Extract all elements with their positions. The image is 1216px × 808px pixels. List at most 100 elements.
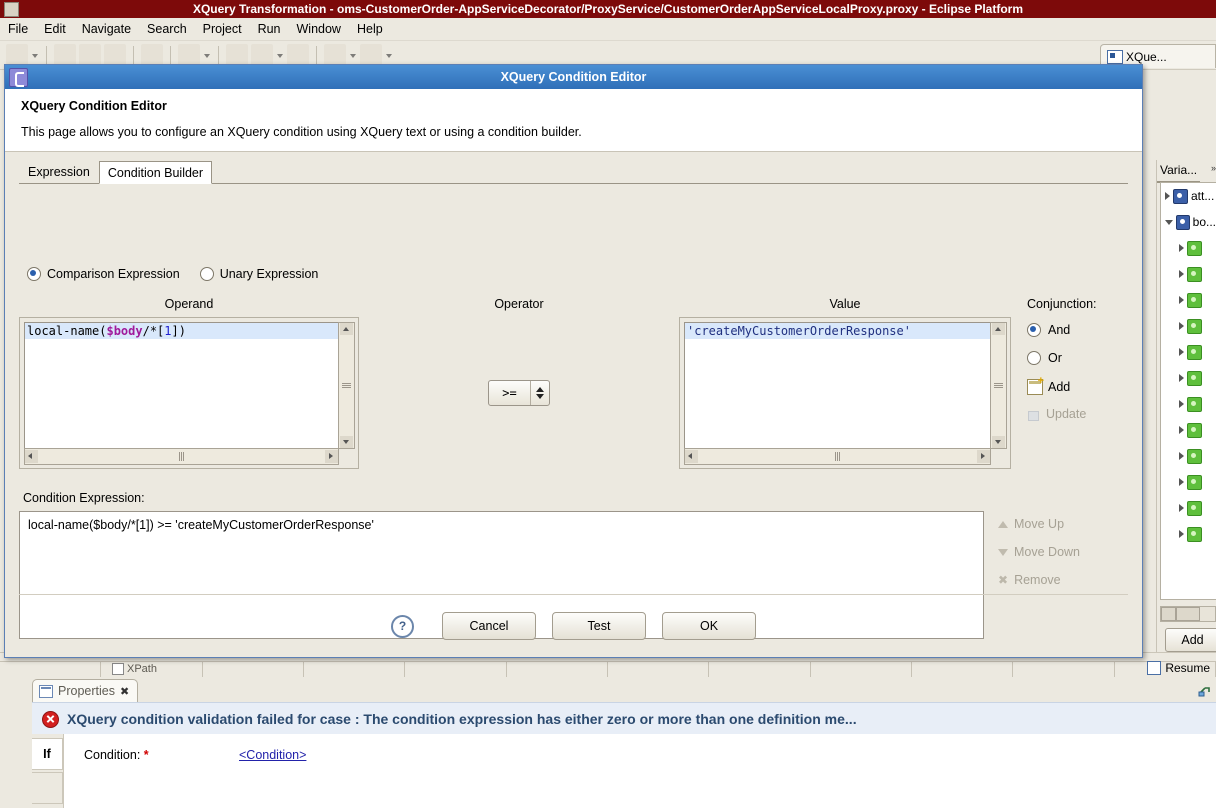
menu-search[interactable]: Search [147, 22, 187, 36]
scroll-right-icon[interactable] [977, 450, 990, 463]
chevron-right-icon[interactable] [1179, 478, 1184, 486]
radio-and[interactable] [1027, 323, 1041, 337]
search-icon[interactable] [251, 44, 273, 66]
tree-node[interactable] [1161, 495, 1216, 521]
ok-button[interactable]: OK [662, 612, 756, 640]
scroll-down-icon[interactable] [992, 436, 1005, 448]
menu-file[interactable]: File [8, 22, 28, 36]
tab-condition-builder[interactable]: Condition Builder [98, 161, 213, 184]
value-editor[interactable]: 'createMyCustomerOrderResponse' [679, 317, 1011, 469]
condition-link[interactable]: <Condition> [239, 748, 306, 762]
scrollbar-thumb[interactable] [1176, 607, 1200, 621]
menu-run[interactable]: Run [258, 22, 281, 36]
update-button[interactable]: Update [1027, 407, 1128, 421]
tree-node[interactable] [1161, 261, 1216, 287]
chevron-right-icon[interactable] [1179, 322, 1184, 330]
profile-icon[interactable] [324, 44, 346, 66]
operand-editor[interactable]: local-name($body/*[1]) [19, 317, 359, 469]
tab-expression[interactable]: Expression [19, 160, 99, 183]
value-vertical-scrollbar[interactable] [990, 322, 1007, 449]
tree-node[interactable] [1161, 235, 1216, 261]
cancel-button[interactable]: Cancel [442, 612, 536, 640]
tree-node[interactable] [1161, 339, 1216, 365]
perspective-icon[interactable] [360, 44, 382, 66]
chevron-right-icon[interactable] [1179, 530, 1184, 538]
tree-node[interactable] [1161, 391, 1216, 417]
resume-button[interactable]: Resume [1147, 661, 1210, 675]
print-icon[interactable] [104, 44, 126, 66]
chevron-right-icon[interactable] [1179, 452, 1184, 460]
scroll-left-icon[interactable] [25, 450, 38, 463]
move-up-button[interactable]: Move Up [998, 517, 1128, 531]
maximize-icon[interactable] [1198, 684, 1212, 697]
variables-add-button[interactable]: Add [1165, 628, 1216, 652]
save-icon[interactable] [54, 44, 76, 66]
tab-properties[interactable]: Properties ✖ [32, 679, 139, 702]
search-dropdown-icon[interactable] [276, 46, 284, 64]
scrollbar-grip[interactable] [342, 382, 351, 389]
scroll-right-icon[interactable] [325, 450, 338, 463]
conjunction-and-row[interactable]: And [1027, 323, 1128, 337]
tree-node[interactable] [1161, 521, 1216, 547]
scroll-up-icon[interactable] [340, 323, 353, 335]
conjunction-or-row[interactable]: Or [1027, 351, 1128, 365]
scroll-left-icon[interactable] [1161, 607, 1176, 621]
open-resource-icon[interactable] [226, 44, 248, 66]
chevron-right-icon[interactable] [1179, 426, 1184, 434]
chevron-right-icon[interactable] [1179, 374, 1184, 382]
chevron-right-icon[interactable] [1179, 244, 1184, 252]
tree-node[interactable] [1161, 365, 1216, 391]
operand-text-area[interactable]: local-name($body/*[1]) [24, 322, 339, 449]
operator-spinner-icon[interactable] [530, 381, 549, 405]
help-button[interactable]: ? [391, 614, 414, 638]
scroll-up-icon[interactable] [992, 323, 1005, 335]
expression-type-radio-group[interactable]: Comparison Expression Unary Expression [27, 267, 1128, 281]
chevron-right-icon[interactable] [1165, 192, 1170, 200]
menu-project[interactable]: Project [203, 22, 242, 36]
operand-horizontal-scrollbar[interactable] [24, 448, 339, 465]
radio-or[interactable] [1027, 351, 1041, 365]
tab-variables[interactable]: Varia... [1157, 159, 1201, 183]
dialog-tab-strip[interactable]: Expression Condition Builder [19, 160, 1128, 184]
menu-navigate[interactable]: Navigate [82, 22, 131, 36]
chevron-right-icon[interactable] [1179, 400, 1184, 408]
scrollbar-grip[interactable] [994, 382, 1003, 389]
document-icon[interactable] [141, 44, 163, 66]
variables-tree[interactable]: att... bo... [1160, 182, 1216, 600]
radio-comparison-expression[interactable] [27, 267, 41, 281]
radio-unary-expression[interactable] [199, 267, 214, 281]
side-tab-if[interactable]: If [32, 738, 63, 770]
save-all-icon[interactable] [79, 44, 101, 66]
remove-button[interactable]: ✖ Remove [998, 573, 1128, 587]
menu-help[interactable]: Help [357, 22, 383, 36]
variables-horizontal-scrollbar[interactable] [1160, 606, 1216, 622]
run-dropdown-icon[interactable] [203, 46, 211, 64]
run-icon[interactable] [178, 44, 200, 66]
tree-node[interactable] [1161, 469, 1216, 495]
tree-node[interactable] [1161, 417, 1216, 443]
scrollbar-grip[interactable] [178, 452, 185, 461]
tree-node[interactable]: bo... [1161, 209, 1216, 235]
chevron-right-icon[interactable] [1179, 296, 1184, 304]
move-down-button[interactable]: Move Down [998, 545, 1128, 559]
tree-node[interactable] [1161, 443, 1216, 469]
test-button[interactable]: Test [552, 612, 646, 640]
profile-dropdown-icon[interactable] [349, 46, 357, 64]
menu-window[interactable]: Window [297, 22, 341, 36]
operand-vertical-scrollbar[interactable] [338, 322, 355, 449]
tree-node[interactable] [1161, 287, 1216, 313]
tree-node[interactable]: att... [1161, 183, 1216, 209]
perspective-dropdown-icon[interactable] [385, 46, 393, 64]
close-icon[interactable]: ✖ [120, 685, 129, 698]
value-horizontal-scrollbar[interactable] [684, 448, 991, 465]
chevron-down-icon[interactable] [1165, 219, 1173, 225]
xpath-tab[interactable]: XPath [112, 661, 157, 677]
properties-side-tabs[interactable]: If [32, 734, 64, 808]
scrollbar-grip[interactable] [834, 452, 841, 461]
chevron-right-icon[interactable] [1179, 348, 1184, 356]
tree-node[interactable] [1161, 313, 1216, 339]
new-wizard-icon[interactable] [6, 44, 28, 66]
scroll-left-icon[interactable] [685, 450, 698, 463]
chevron-right-icon[interactable] [1179, 270, 1184, 278]
side-tab-empty[interactable] [32, 772, 63, 804]
